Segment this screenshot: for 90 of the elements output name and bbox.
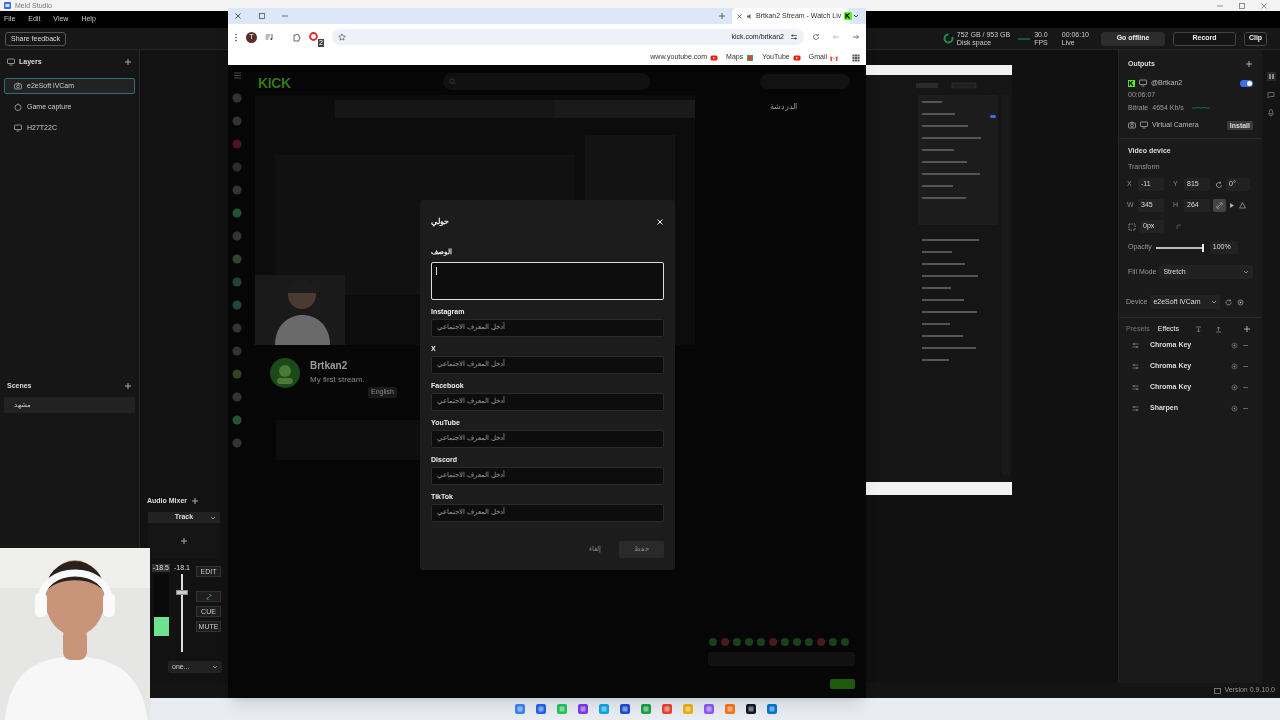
close-window-icon[interactable] bbox=[234, 12, 242, 20]
map-pin-icon bbox=[746, 53, 755, 62]
visibility-icon[interactable] bbox=[1231, 383, 1238, 391]
update-icon bbox=[1214, 687, 1222, 694]
level-meter bbox=[153, 574, 169, 636]
settings-icon[interactable] bbox=[1237, 298, 1245, 306]
add-track-icon[interactable] bbox=[180, 537, 188, 545]
microphone-icon[interactable] bbox=[1267, 109, 1275, 117]
add-output-icon[interactable] bbox=[1245, 60, 1253, 68]
followed-channel-avatar[interactable] bbox=[232, 300, 242, 310]
disk-usage-ring-icon bbox=[942, 33, 954, 44]
caret-icon bbox=[1243, 269, 1249, 275]
flip-vertical-icon bbox=[1239, 202, 1246, 209]
link-button[interactable] bbox=[1213, 199, 1226, 212]
minimize-window-icon[interactable] bbox=[281, 12, 289, 20]
video-play-icon bbox=[792, 53, 801, 62]
channel-avatar-icon[interactable] bbox=[270, 358, 300, 388]
maximize-window-icon[interactable] bbox=[258, 12, 266, 20]
layers-icon bbox=[7, 58, 15, 66]
link-icon bbox=[205, 593, 212, 600]
crop-icon bbox=[1128, 222, 1136, 231]
chat-icon[interactable] bbox=[1267, 91, 1275, 99]
media-controls-icon[interactable] bbox=[265, 33, 274, 41]
opacity-slider[interactable] bbox=[1155, 246, 1204, 249]
import-icon[interactable] bbox=[1195, 325, 1202, 333]
video-play-icon bbox=[710, 53, 719, 62]
grid-icon[interactable] bbox=[1266, 72, 1276, 81]
menu-icon[interactable] bbox=[232, 71, 242, 80]
sliders-icon bbox=[1132, 341, 1139, 349]
volume-fader[interactable] bbox=[176, 574, 188, 652]
extension-logo-icon bbox=[309, 31, 318, 41]
search-field[interactable] bbox=[443, 73, 650, 90]
followed-channel-avatar[interactable] bbox=[232, 369, 242, 379]
close-tab-icon[interactable] bbox=[736, 12, 743, 20]
sliders-icon bbox=[1132, 362, 1139, 370]
monitor-icon bbox=[1139, 79, 1147, 87]
add-layer-icon[interactable] bbox=[124, 58, 132, 66]
visibility-icon[interactable] bbox=[1231, 362, 1238, 370]
sliders-icon bbox=[1132, 383, 1139, 391]
forward-icon[interactable] bbox=[852, 33, 860, 41]
bitrate-sparkline-icon bbox=[1191, 106, 1210, 110]
site-settings-icon[interactable] bbox=[790, 33, 798, 41]
kick-favicon-icon bbox=[844, 12, 853, 20]
extensions-icon[interactable] bbox=[292, 32, 301, 42]
description-field[interactable] bbox=[431, 261, 664, 300]
followed-channel-avatar[interactable] bbox=[232, 254, 242, 264]
add-scene-icon[interactable] bbox=[124, 382, 132, 390]
caret-icon bbox=[210, 514, 216, 521]
refresh-icon[interactable] bbox=[1225, 298, 1233, 306]
channel-name: Brtkan2 bbox=[310, 359, 348, 373]
bookmark-star-icon[interactable] bbox=[338, 33, 346, 41]
fps-sparkline-icon bbox=[1018, 36, 1031, 41]
kick-logo-icon bbox=[1128, 79, 1135, 87]
app-logo-icon bbox=[4, 2, 11, 9]
tab-list-icon[interactable] bbox=[852, 12, 860, 20]
add-effect-icon[interactable] bbox=[1243, 325, 1251, 334]
add-audio-icon[interactable] bbox=[191, 497, 200, 505]
chat-title: الدردشة bbox=[770, 101, 797, 113]
taskbar-app-icon[interactable] bbox=[619, 703, 631, 715]
caret-icon bbox=[212, 664, 218, 670]
dialog-title: حولي bbox=[431, 216, 449, 228]
audio-playing-icon bbox=[746, 12, 753, 20]
flip-horizontal-icon bbox=[1229, 202, 1236, 209]
followed-channel-avatar[interactable] bbox=[232, 277, 242, 287]
maximize-icon[interactable] bbox=[1238, 1, 1246, 10]
monitor-icon bbox=[14, 124, 22, 132]
monitor-icon bbox=[1140, 121, 1148, 129]
rotate-icon bbox=[1215, 180, 1223, 189]
visibility-icon[interactable] bbox=[1231, 404, 1238, 412]
corner-radius-icon bbox=[1176, 223, 1182, 230]
search-icon bbox=[449, 78, 456, 85]
sliders-icon bbox=[1132, 404, 1139, 412]
nav-icon[interactable] bbox=[232, 208, 242, 218]
output-toggle[interactable] bbox=[1240, 79, 1253, 87]
taskbar-app-icon[interactable] bbox=[745, 703, 757, 715]
new-tab-icon[interactable] bbox=[718, 12, 726, 20]
export-icon[interactable] bbox=[1215, 325, 1222, 333]
controller-icon bbox=[14, 103, 22, 111]
link-icon bbox=[1216, 202, 1223, 209]
link-button[interactable] bbox=[196, 591, 221, 602]
camera-icon bbox=[14, 82, 22, 90]
visibility-icon[interactable] bbox=[1231, 341, 1238, 349]
camera-icon bbox=[1128, 121, 1136, 129]
envelope-icon bbox=[830, 53, 838, 62]
caret-icon bbox=[1211, 299, 1218, 305]
reload-icon[interactable] bbox=[812, 33, 820, 41]
apps-grid-icon[interactable] bbox=[852, 53, 860, 62]
kick-logo: KICK bbox=[258, 74, 291, 93]
followed-channel-avatar[interactable] bbox=[232, 415, 242, 425]
channel-bio: My first stream. bbox=[310, 374, 365, 386]
